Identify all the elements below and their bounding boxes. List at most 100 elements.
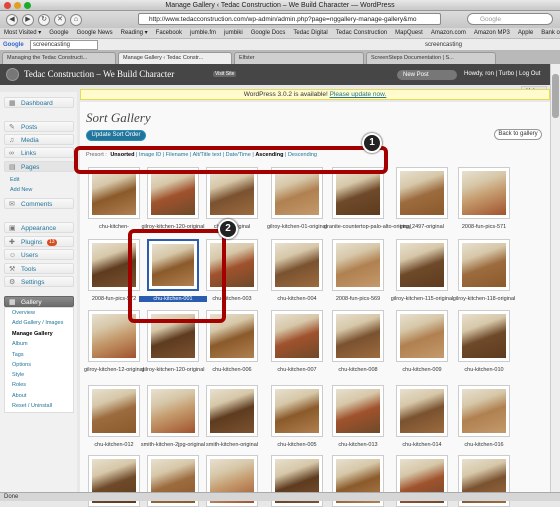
zoom-window-icon[interactable] [24,2,31,9]
bookmark-item[interactable]: Google [49,28,68,38]
menu-settings[interactable]: ⚙ Settings [4,276,74,287]
menu-links[interactable]: ∞ Links [4,147,74,158]
notice-link[interactable]: Please update now. [330,91,387,98]
menu-tools[interactable]: ⚒ Tools [4,263,74,274]
gallery-thumbnail[interactable] [332,167,384,219]
howdy-text[interactable]: Howdy, ron | Turbo | Log Out [464,71,540,77]
gallery-thumbnail[interactable] [396,239,448,291]
forward-icon[interactable]: ▶ [22,13,34,26]
gallery-submenu-item[interactable]: Options [12,362,31,368]
update-sort-order-button[interactable]: Update Sort Order [86,130,146,141]
gallery-thumbnail[interactable] [147,167,199,219]
pages-submenu-edit[interactable]: Edit [10,177,19,183]
gallery-thumbnail[interactable] [332,239,384,291]
gallery-thumbnail[interactable] [458,239,510,291]
bookmark-item[interactable]: Google News [77,28,113,38]
back-to-gallery-button[interactable]: Back to gallery [494,129,542,140]
url-text: http://www.tedacconstruction.com/wp-admi… [149,16,417,23]
callout-box-dragged-image [128,229,226,323]
reload-icon[interactable]: ↻ [38,13,50,26]
site-title[interactable]: Tedac Construction – We Build Character [24,69,174,79]
menu-label: Gallery [21,299,42,306]
dashboard-icon: ▦ [9,100,16,107]
menu-pages[interactable]: ▤ Pages [4,161,74,172]
pin-icon: ✎ [9,124,15,131]
browser-tab[interactable]: Managing the Tedac Constructi... [2,52,116,64]
visit-site-button[interactable]: Visit Site [213,71,237,77]
gallery-thumbnail[interactable] [458,167,510,219]
google-toolbar-search[interactable]: screencasting [30,40,98,50]
gallery-submenu-item[interactable]: Album [12,341,28,347]
menu-gallery[interactable]: ▦ Gallery [4,296,74,307]
browser-tab[interactable]: ScreenSteps Documentation | S... [366,52,496,64]
gallery-thumbnail[interactable] [147,385,199,437]
gallery-submenu-item[interactable]: Reset / Uninstall [12,403,52,409]
scrollbar-thumb[interactable] [552,74,559,118]
gallery-submenu-item[interactable]: Overview [12,310,35,316]
callout-badge: 1 [362,133,382,153]
bookmark-item[interactable]: Tedac Construction [336,28,387,38]
menu-appearance[interactable]: ▣ Appearance [4,222,74,233]
gallery-thumbnail[interactable] [206,385,258,437]
bookmark-item[interactable]: Google Docs [251,28,286,38]
minimize-window-icon[interactable] [14,2,21,9]
close-window-icon[interactable] [4,2,11,9]
gallery-submenu-item[interactable]: Add Gallery / Images [12,320,63,326]
gallery-submenu-item[interactable]: Roles [12,382,26,388]
bookmark-item[interactable]: Reading ▾ [121,28,148,38]
bookmark-item[interactable]: jumbiki [224,28,243,38]
menu-dashboard[interactable]: ▦ Dashboard [4,97,74,108]
thumbnail-caption: smith-kitchen-original [206,442,258,448]
gallery-submenu-item[interactable]: Style [12,372,24,378]
url-bar[interactable]: http://www.tedacconstruction.com/wp-admi… [138,13,441,25]
gallery-thumbnail[interactable] [271,385,323,437]
menu-label: Appearance [21,225,57,232]
gallery-thumbnail[interactable] [396,385,448,437]
gallery-thumbnail[interactable] [458,385,510,437]
thumbnail-caption: chu-kitchen-006 [212,367,252,373]
pages-submenu-add-new[interactable]: Add New [10,187,32,193]
bookmark-item[interactable]: Amazon.com [431,28,466,38]
bookmark-item[interactable]: Apple [518,28,533,38]
menu-users[interactable]: ☺ Users [4,249,74,260]
link-icon: ∞ [9,150,14,157]
gallery-thumbnail[interactable] [332,310,384,362]
gallery-thumbnail[interactable] [332,385,384,437]
browser-tab-active[interactable]: Manage Gallery ‹ Tedac Constr... [118,52,232,64]
kitchen-photo [400,171,444,215]
bookmark-item[interactable]: Most Visited ▾ [4,28,41,38]
gallery-thumbnail[interactable] [458,310,510,362]
gallery-thumbnail[interactable] [88,167,140,219]
gallery-thumbnail[interactable] [88,385,140,437]
gallery-thumbnail[interactable] [206,167,258,219]
gallery-thumbnail[interactable] [396,310,448,362]
gallery-thumbnail[interactable] [396,167,448,219]
browser-search-input[interactable]: Google [467,13,553,25]
bookmark-item[interactable]: Bank of America [541,28,560,38]
gallery-submenu-item[interactable]: Tags [12,352,24,358]
bookmark-item[interactable]: jumble.fm [190,28,216,38]
bookmark-item[interactable]: Facebook [156,28,182,38]
gallery-thumbnail[interactable] [271,239,323,291]
back-icon[interactable]: ◀ [6,13,18,26]
menu-posts[interactable]: ✎ Posts [4,121,74,132]
bookmark-item[interactable]: Tedac Digital [293,28,327,38]
home-icon[interactable]: ⌂ [70,13,82,26]
gallery-submenu-item-active[interactable]: Manage Gallery [12,331,53,337]
thumbnail-caption: chu-kitchen-005 [277,442,317,448]
gallery-submenu-item[interactable]: About [12,393,26,399]
menu-plugins[interactable]: ✚ Plugins 13 [4,236,74,247]
bookmarks-bar: Most Visited ▾ Google Google News Readin… [0,28,560,39]
menu-media[interactable]: ♫ Media [4,134,74,145]
menu-comments[interactable]: ✉ Comments [4,198,74,209]
appearance-icon: ▣ [9,225,16,232]
browser-tab[interactable]: Elfster [234,52,364,64]
gallery-thumbnail[interactable] [271,167,323,219]
wp-logo-icon[interactable] [6,68,19,81]
bookmark-item[interactable]: Amazon MP3 [474,28,510,38]
bookmark-item[interactable]: MapQuest [395,28,423,38]
gallery-thumbnail[interactable] [271,310,323,362]
page-scrollbar[interactable] [550,64,560,492]
stop-icon[interactable]: ✕ [54,13,66,26]
new-post-dropdown[interactable]: New Post [397,70,457,80]
